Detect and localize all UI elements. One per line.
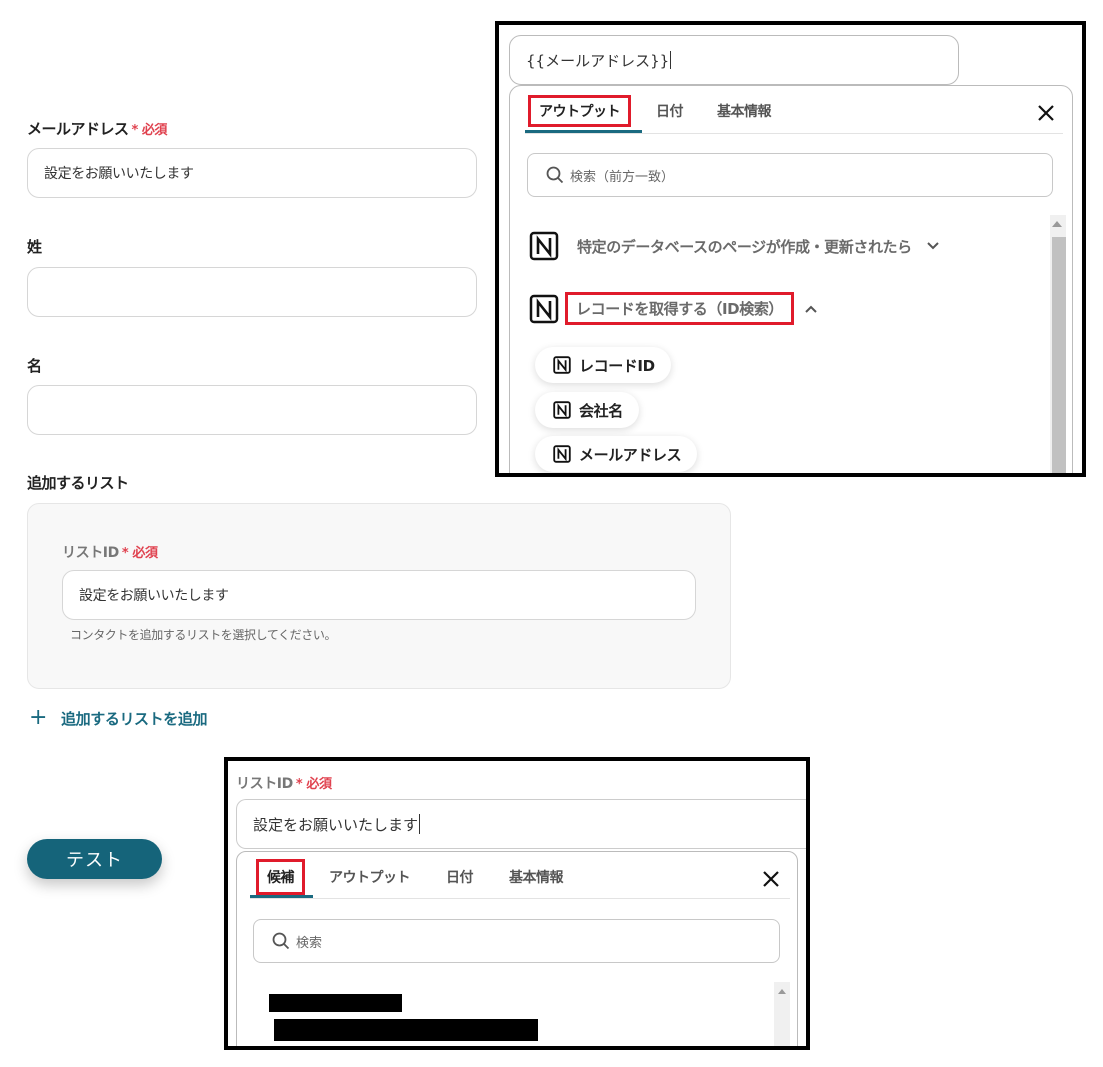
output-item-label: 会社名 bbox=[579, 401, 623, 420]
list-section-label: 追加するリスト bbox=[27, 474, 129, 492]
close-icon[interactable] bbox=[761, 869, 781, 889]
email-label: メールアドレス * 必須 bbox=[27, 120, 168, 138]
list-picker-popup: リストID * 必須 設定をお願いいたします 候補 アウトプット 日付 基本情報 … bbox=[224, 757, 810, 1050]
test-button[interactable]: テスト bbox=[27, 839, 162, 879]
search-placeholder: 検索（前方一致） bbox=[570, 169, 675, 185]
output-item-email[interactable]: メールアドレス bbox=[535, 436, 698, 472]
variable-input-value: {{メールアドレス}} bbox=[526, 51, 670, 70]
redacted-item bbox=[274, 1019, 538, 1041]
list-card: リストID * 必須 設定をお願いいたします コンタクトを追加するリストを選択して… bbox=[27, 503, 731, 689]
output-item-record-id[interactable]: レコードID bbox=[535, 347, 671, 383]
last-name-field[interactable] bbox=[27, 267, 477, 317]
add-list-label: 追加するリストを追加 bbox=[61, 709, 208, 728]
scroll-up-arrow[interactable] bbox=[778, 989, 786, 994]
add-list-link[interactable]: + 追加するリストを追加 bbox=[29, 707, 207, 729]
tab-candidates[interactable]: 候補 bbox=[256, 859, 305, 895]
list-id-field[interactable]: 設定をお願いいたします bbox=[62, 570, 696, 620]
notion-icon bbox=[553, 401, 571, 419]
variable-picker-popup: {{メールアドレス}} アウトプット 日付 基本情報 検索（前方一致） 特定のデ… bbox=[495, 21, 1086, 477]
first-name-label: 名 bbox=[27, 357, 42, 375]
redacted-item bbox=[269, 994, 402, 1012]
list-id-field[interactable]: 設定をお願いいたします bbox=[236, 799, 806, 849]
list-id-field-value: 設定をお願いいたします bbox=[79, 588, 229, 604]
tab-basic-info[interactable]: 基本情報 bbox=[509, 867, 564, 887]
email-field[interactable]: 設定をお願いいたします bbox=[27, 148, 477, 198]
variable-input[interactable]: {{メールアドレス}} bbox=[509, 35, 959, 85]
close-icon[interactable] bbox=[1036, 103, 1056, 123]
variable-panel: アウトプット 日付 基本情報 検索（前方一致） 特定のデータベースのページが作成… bbox=[509, 85, 1073, 473]
notion-icon bbox=[553, 356, 571, 374]
search-input[interactable]: 検索（前方一致） bbox=[527, 153, 1053, 197]
output-item-label: レコードID bbox=[579, 356, 655, 375]
list-id-field-value: 設定をお願いいたします bbox=[253, 815, 419, 834]
list-id-hint: コンタクトを追加するリストを選択してください。 bbox=[70, 628, 337, 642]
output-item-label: メールアドレス bbox=[579, 445, 682, 464]
notion-icon bbox=[529, 294, 559, 323]
section-title: 特定のデータベースのページが作成・更新されたら bbox=[577, 237, 912, 256]
chevron-down-icon bbox=[927, 242, 939, 250]
search-icon bbox=[546, 166, 564, 184]
notion-icon bbox=[553, 445, 571, 463]
list-id-label: リストID * 必須 bbox=[62, 545, 158, 561]
search-input[interactable]: 検索 bbox=[253, 919, 780, 963]
list-picker-panel: 候補 アウトプット 日付 基本情報 検索 bbox=[236, 851, 798, 1046]
tab-date[interactable]: 日付 bbox=[446, 867, 474, 887]
tab-date[interactable]: 日付 bbox=[656, 101, 684, 121]
tab-basic-info[interactable]: 基本情報 bbox=[717, 101, 772, 121]
plus-icon: + bbox=[29, 705, 48, 730]
scrollbar-thumb[interactable] bbox=[1052, 237, 1066, 473]
tab-bar: アウトプット 日付 基本情報 bbox=[528, 95, 772, 127]
email-field-value: 設定をお願いいたします bbox=[44, 166, 194, 182]
required-mark: * 必須 bbox=[121, 546, 158, 561]
section-get-record[interactable]: レコードを取得する（ID検索） bbox=[529, 292, 818, 325]
chevron-up-icon bbox=[805, 305, 817, 313]
tab-divider bbox=[250, 898, 790, 899]
search-icon bbox=[272, 932, 290, 950]
search-placeholder: 検索 bbox=[296, 935, 323, 951]
output-item-company-name[interactable]: 会社名 bbox=[535, 392, 639, 428]
tab-output[interactable]: アウトプット bbox=[528, 95, 631, 127]
section-title: レコードを取得する（ID検索） bbox=[565, 292, 795, 325]
list-id-label: リストID * 必須 bbox=[236, 776, 332, 792]
notion-icon bbox=[529, 231, 559, 261]
tab-bar: 候補 アウトプット 日付 基本情報 bbox=[256, 859, 564, 895]
required-mark: * 必須 bbox=[295, 777, 332, 792]
first-name-field[interactable] bbox=[27, 385, 477, 435]
tab-divider bbox=[525, 133, 1063, 134]
scroll-up-arrow[interactable] bbox=[1052, 221, 1062, 227]
section-db-trigger[interactable]: 特定のデータベースのページが作成・更新されたら bbox=[529, 231, 940, 261]
last-name-label: 姓 bbox=[27, 238, 42, 256]
required-mark: * 必須 bbox=[131, 123, 168, 138]
tab-output[interactable]: アウトプット bbox=[329, 867, 411, 887]
